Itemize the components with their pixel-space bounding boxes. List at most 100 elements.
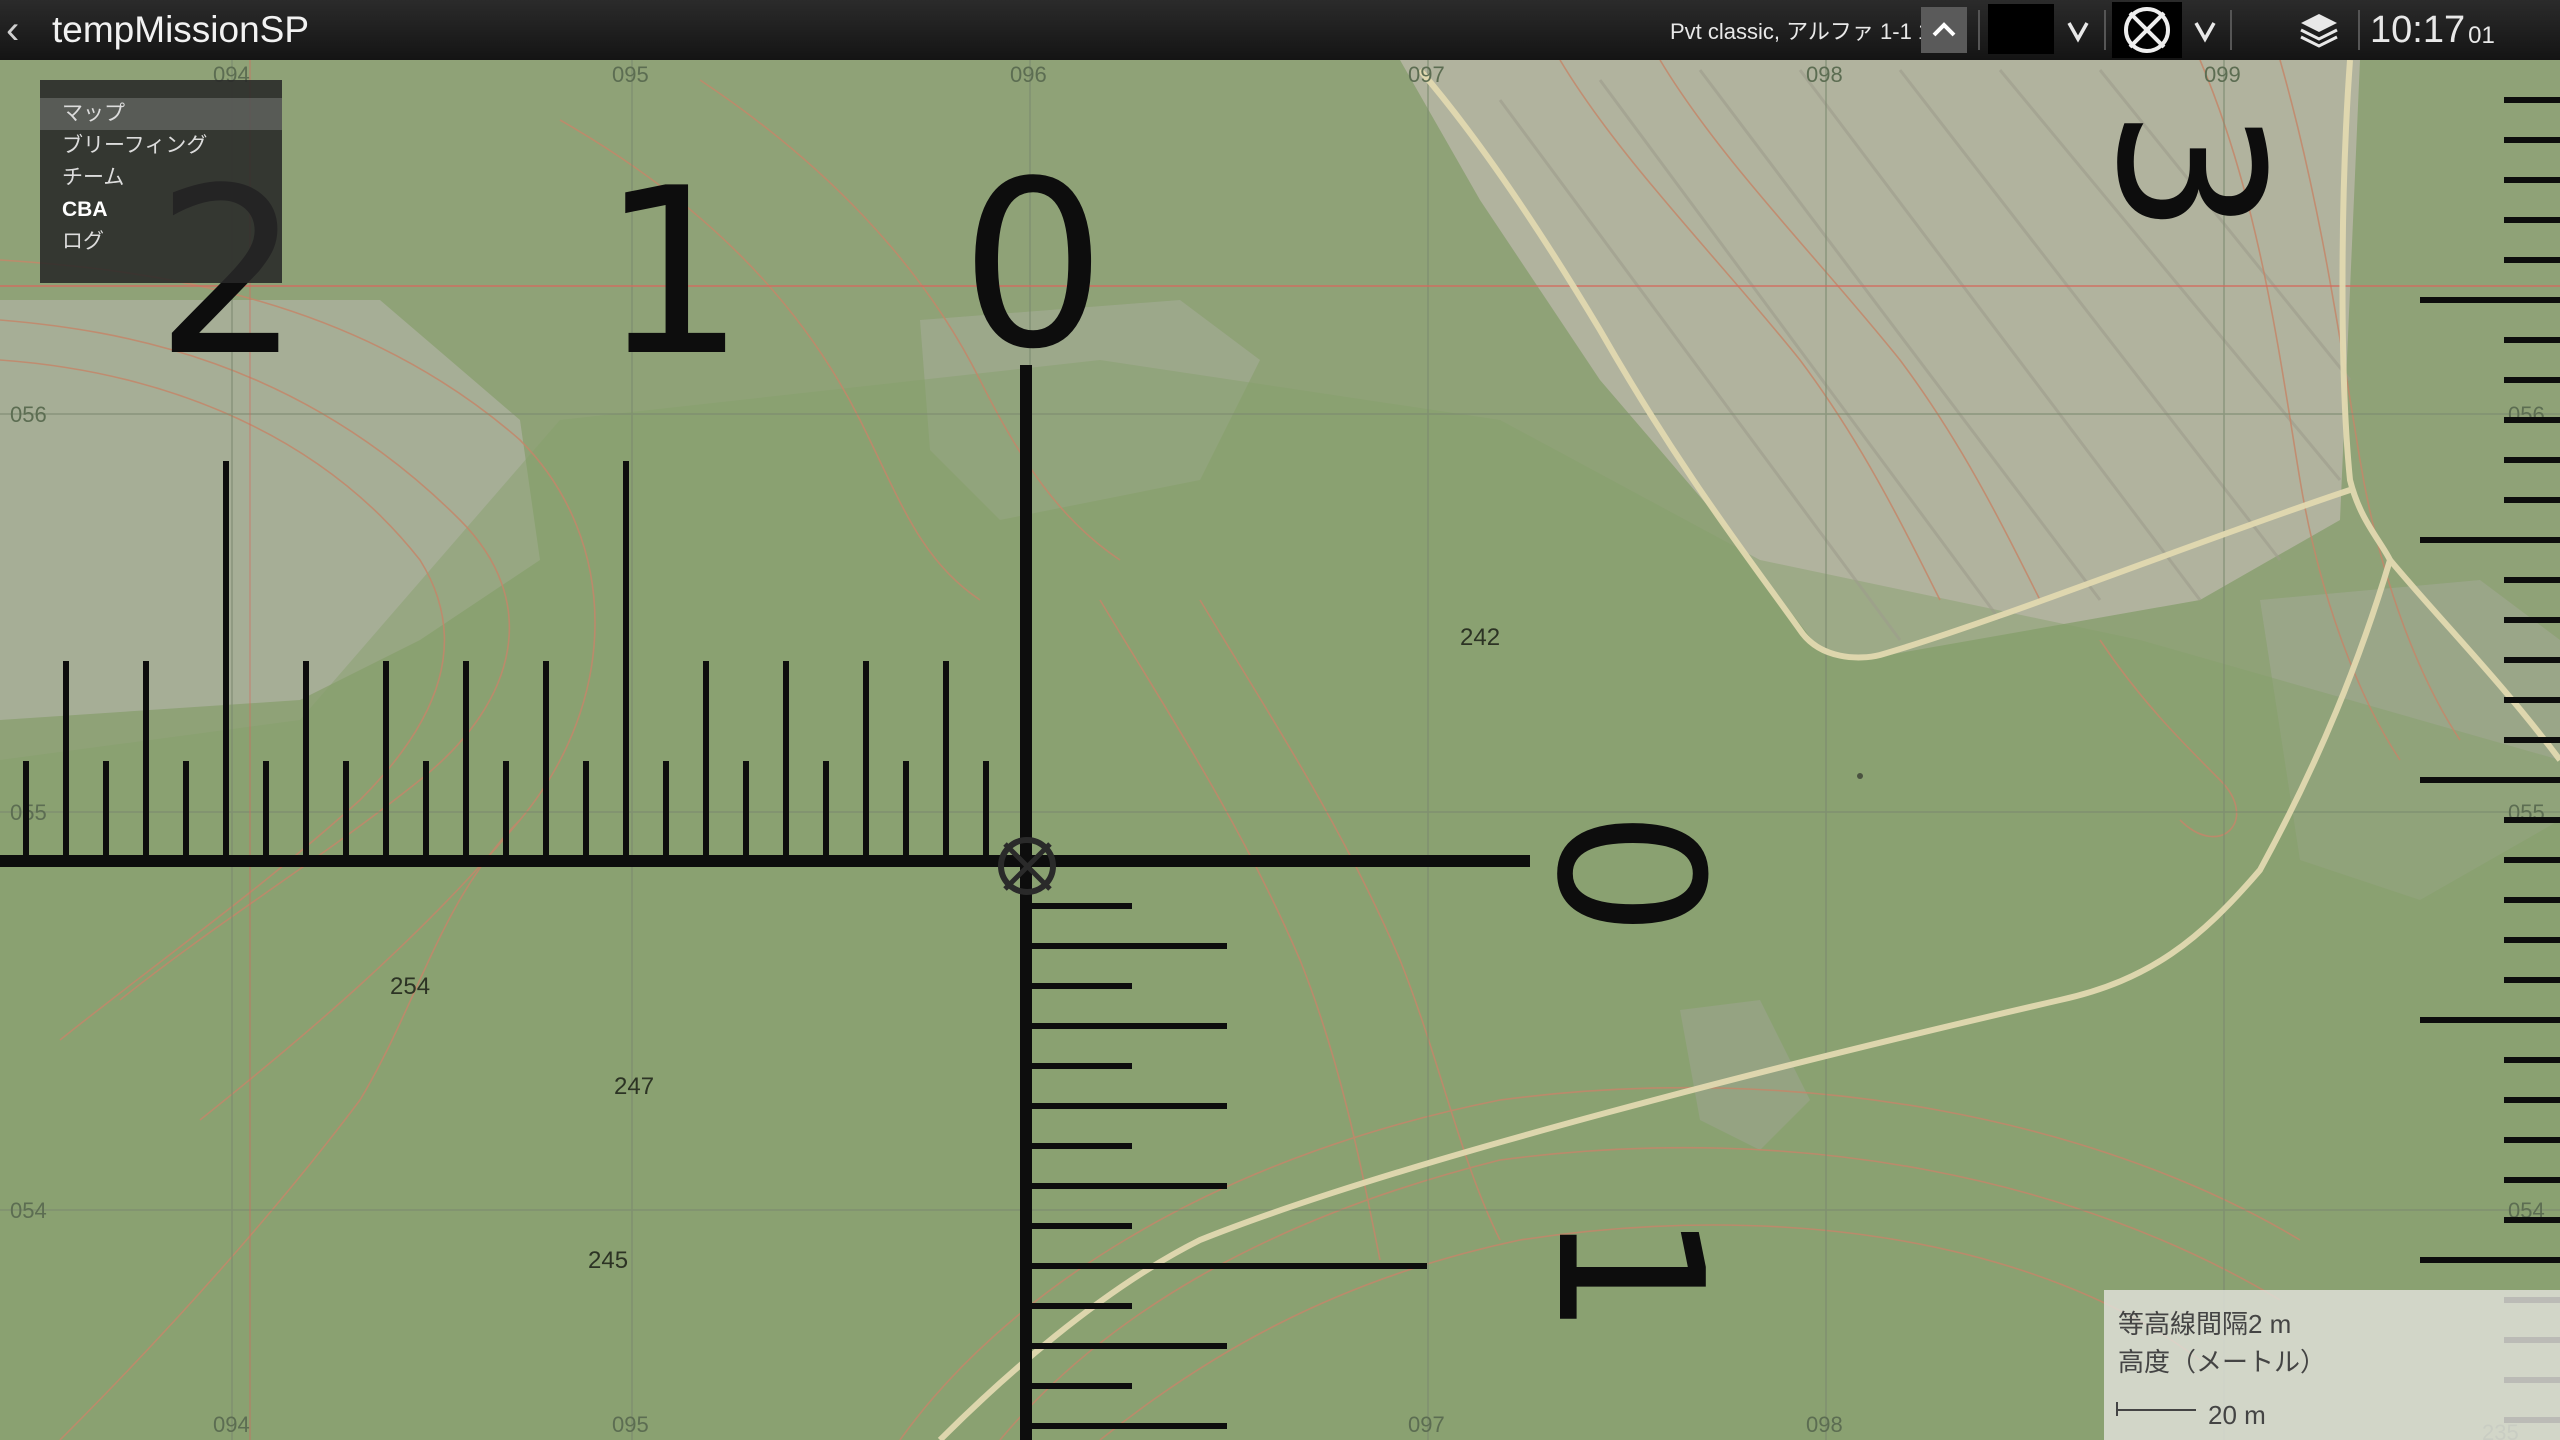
ruler-tick <box>1032 1183 1227 1189</box>
ruler-tick <box>2504 257 2560 263</box>
ruler-tick <box>1032 943 1227 949</box>
ruler-tick <box>1032 1223 1132 1229</box>
top-bar: ‹ tempMissionSP Pvt classic, アルファ 1-1 1 … <box>0 0 2560 60</box>
ruler-tick <box>223 461 229 856</box>
ruler-tick <box>1032 1303 1132 1309</box>
ruler-tick <box>1032 1383 1132 1389</box>
ruler-tick <box>2504 497 2560 503</box>
grid-label-x: 099 <box>2204 62 2241 87</box>
ruler-tick <box>623 461 629 856</box>
marker-icon <box>2124 7 2170 53</box>
ruler-number: 0 <box>1512 810 1745 937</box>
ruler-tick <box>1032 1423 1227 1429</box>
divider <box>2104 10 2106 50</box>
ruler-tick <box>463 661 469 856</box>
map-view[interactable]: 094 095 096 097 098 099 094 095 097 098 … <box>0 0 2560 1440</box>
ruler-tick <box>2504 577 2560 583</box>
ruler-tick <box>2504 857 2560 863</box>
ruler-tick <box>63 661 69 856</box>
ruler-tick <box>823 761 829 856</box>
grid-label-y: 056 <box>10 402 47 427</box>
ruler-tick <box>2504 1097 2560 1103</box>
legend-scale-label: 20 m <box>2208 1400 2266 1430</box>
ruler-vertical-bar <box>1020 365 1032 1440</box>
legend-contour-interval: 等高線間隔2 m <box>2118 1309 2292 1339</box>
menu-item-cba[interactable]: CBA <box>40 194 282 226</box>
ruler-tick <box>1032 983 1132 989</box>
ruler-tick <box>1032 1343 1227 1349</box>
ruler-number: 1 <box>1512 1210 1745 1337</box>
menu-item-briefing[interactable]: ブリーフィング <box>40 130 282 162</box>
ruler-tick <box>983 761 989 856</box>
grid-label-x: 097 <box>1408 62 1445 87</box>
ruler-tick <box>2504 657 2560 663</box>
back-arrow-icon[interactable]: ‹ <box>6 0 36 60</box>
ruler-tick <box>2504 377 2560 383</box>
elevation-label: 242 <box>1460 624 1500 651</box>
menu-item-log[interactable]: ログ <box>40 226 282 258</box>
ruler-tick <box>2504 617 2560 623</box>
ruler-tick <box>2504 457 2560 463</box>
menu-item-map[interactable]: マップ <box>40 98 282 130</box>
expand-button[interactable] <box>1921 7 1967 53</box>
map-legend: 等高線間隔2 m 高度（メートル） 20 m <box>2104 1290 2560 1440</box>
ruler-tick <box>103 761 109 856</box>
ruler-tick <box>2504 737 2560 743</box>
ruler-tick <box>2504 1177 2560 1183</box>
ruler-tick <box>2504 337 2560 343</box>
ruler-tick <box>543 661 549 856</box>
ruler-tick <box>863 661 869 856</box>
grid-label-x: 098 <box>1806 1412 1843 1437</box>
chevron-down-icon[interactable] <box>2058 0 2098 60</box>
chevron-down-icon[interactable] <box>2185 0 2225 60</box>
ruler-tick <box>23 761 29 856</box>
ruler-tick <box>2420 1017 2560 1023</box>
chevron-up-icon <box>1932 22 1956 37</box>
color-swatch[interactable] <box>1988 4 2054 54</box>
divider <box>2358 10 2360 50</box>
ruler-tick <box>2504 417 2560 423</box>
ruler-tick <box>2420 297 2560 303</box>
divider <box>1978 10 1980 50</box>
clock: 10:17 01 <box>2370 0 2495 60</box>
ruler-tick <box>1032 1063 1132 1069</box>
ruler-tick <box>743 761 749 856</box>
ruler-number: 3 <box>2072 108 2305 235</box>
ruler-tick <box>423 761 429 856</box>
elevation-label: 254 <box>390 973 430 1000</box>
ruler-tick <box>503 761 509 856</box>
ruler-tick <box>2504 1057 2560 1063</box>
grid-label-x: 097 <box>1408 1412 1445 1437</box>
ruler-tick <box>2504 977 2560 983</box>
ruler-tick <box>2420 537 2560 543</box>
ruler-tick <box>2504 137 2560 143</box>
marker-type-button[interactable] <box>2112 2 2182 58</box>
legend-elevation-unit: 高度（メートル） <box>2118 1347 2327 1377</box>
grid-label-x: 095 <box>612 1412 649 1437</box>
mission-title: tempMissionSP <box>52 9 310 50</box>
elevation-label: 245 <box>588 1247 628 1274</box>
ruler-tick <box>263 761 269 856</box>
ruler-tick <box>2504 177 2560 183</box>
clock-time: 10:17 <box>2370 8 2466 51</box>
ruler-number: 0 <box>960 133 1106 400</box>
ruler-tick <box>143 661 149 856</box>
ruler-tick <box>1032 1103 1227 1109</box>
ruler-tick <box>2504 937 2560 943</box>
grid-label-x: 098 <box>1806 62 1843 87</box>
ruler-number: 1 <box>600 140 746 407</box>
side-menu: マップ ブリーフィング チーム CBA ログ <box>40 80 282 283</box>
layers-button[interactable] <box>2296 0 2342 60</box>
ruler-tick <box>2504 1137 2560 1143</box>
grid-label-y: 056 <box>2508 402 2545 427</box>
ruler-tick <box>2420 1257 2560 1263</box>
ruler-tick <box>1032 903 1132 909</box>
player-info: Pvt classic, アルファ 1-1 1 <box>1670 19 1931 44</box>
divider <box>2230 10 2232 50</box>
ruler-tick <box>2420 777 2560 783</box>
ruler-tick <box>343 761 349 856</box>
grid-label-y: 054 <box>10 1198 47 1223</box>
ruler-tick <box>2504 97 2560 103</box>
menu-item-team[interactable]: チーム <box>40 162 282 194</box>
ruler-tick <box>903 761 909 856</box>
